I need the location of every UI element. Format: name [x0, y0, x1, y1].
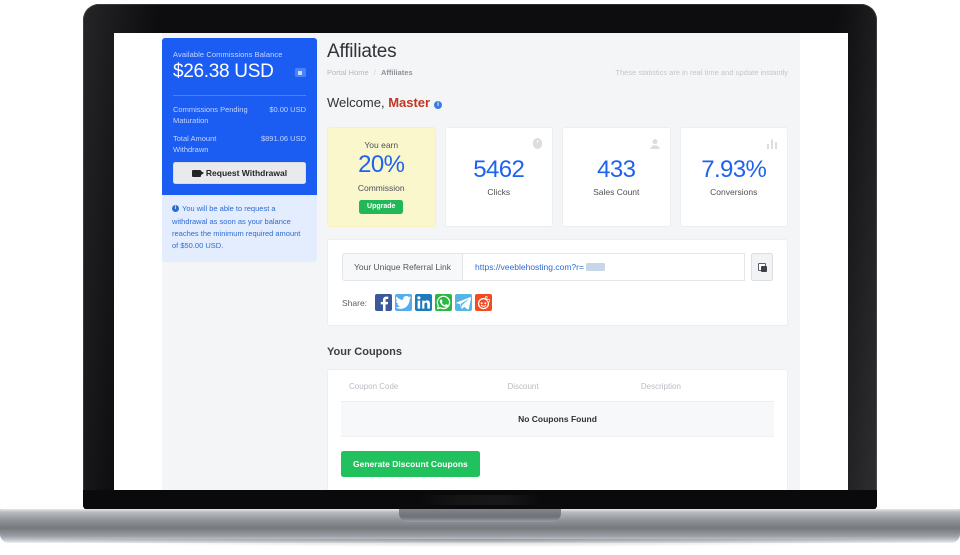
- balance-label: Available Commissions Balance: [173, 50, 283, 59]
- coupons-empty-state: No Coupons Found: [341, 402, 774, 437]
- withdrawal-notice-copy: You will be able to request a withdrawal…: [172, 204, 301, 250]
- stat-value: 7.93%: [701, 155, 767, 183]
- bar-chart-icon: [766, 137, 778, 155]
- welcome-message: Welcome, Master i: [327, 95, 788, 110]
- realtime-note: These statistics are in real time and up…: [615, 68, 788, 77]
- brand-logo: [420, 495, 540, 505]
- copy-icon: [757, 262, 767, 272]
- share-telegram-icon[interactable]: [455, 294, 473, 311]
- share-whatsapp-icon[interactable]: [435, 294, 453, 311]
- welcome-username: Master: [388, 95, 431, 110]
- page-header: Affiliates Portal Home / Affiliates Thes…: [327, 38, 788, 77]
- referral-link-label: Your Unique Referral Link: [342, 253, 463, 281]
- balance-amount: $26.38 USD: [173, 61, 274, 82]
- column-header-coupon-code: Coupon Code: [349, 382, 399, 391]
- withdrawal-notice: i You will be able to request a withdrawa…: [162, 195, 317, 262]
- breadcrumb: Portal Home / Affiliates: [327, 68, 413, 77]
- affiliates-page: Available Commissions Balance $26.38 USD…: [114, 33, 848, 490]
- breadcrumb-separator: /: [373, 68, 376, 77]
- stat-value: 5462: [473, 155, 525, 183]
- stat-card-conversions: 7.93% Conversions: [679, 127, 788, 227]
- breadcrumb-home[interactable]: Portal Home: [327, 68, 369, 77]
- breadcrumb-current: Affiliates: [380, 68, 413, 77]
- share-linkedin-icon[interactable]: [415, 294, 433, 311]
- share-twitter-icon[interactable]: [395, 294, 413, 311]
- column-header-description: Description: [640, 382, 681, 391]
- stat-value: 433: [597, 155, 636, 183]
- welcome-greeting: Welcome,: [327, 95, 385, 110]
- share-row: Share:: [342, 294, 773, 311]
- balance-row-value: $891.06 USD: [260, 133, 306, 143]
- stat-value: 20%: [358, 151, 405, 179]
- stat-caption: Commission: [357, 182, 405, 193]
- coupons-table-header: Coupon Code Discount Description: [341, 382, 774, 402]
- column-header-discount: Discount: [507, 382, 539, 391]
- laptop-screen: Available Commissions Balance $26.38 USD…: [114, 33, 848, 490]
- page-header-left: Affiliates Portal Home / Affiliates: [327, 41, 413, 77]
- upgrade-button[interactable]: Upgrade: [359, 199, 404, 214]
- copy-link-button[interactable]: [751, 253, 773, 281]
- share-reddit-icon[interactable]: [475, 294, 493, 311]
- page-left-margin: [114, 33, 162, 490]
- referral-panel: Your Unique Referral Link https://veeble…: [327, 239, 788, 326]
- page-title: Affiliates: [327, 41, 397, 62]
- content-area: Available Commissions Balance $26.38 USD…: [162, 33, 800, 490]
- share-label: Share:: [342, 297, 368, 308]
- eye-toggle-icon[interactable]: [295, 68, 306, 77]
- withdraw-icon: [191, 169, 204, 177]
- balance-sidebar: Available Commissions Balance $26.38 USD…: [162, 33, 317, 490]
- balance-amount-row: $26.38 USD: [173, 62, 306, 82]
- share-facebook-icon[interactable]: [375, 294, 393, 311]
- balance-row-label: Total Amount Withdrawn: [173, 133, 217, 154]
- stat-caption: Sales Count: [593, 187, 640, 198]
- balance-card: Available Commissions Balance $26.38 USD…: [162, 38, 317, 196]
- laptop-lid-chin: [83, 490, 877, 510]
- referral-link-row: Your Unique Referral Link https://veeble…: [342, 253, 773, 281]
- main-column: Affiliates Portal Home / Affiliates Thes…: [317, 33, 800, 490]
- request-withdrawal-label: Request Withdrawal: [205, 168, 288, 179]
- laptop-shadow: [24, 539, 936, 547]
- stats-row: You earn 20% Commission Upgrade 5462 Cli…: [327, 127, 788, 227]
- stat-card-clicks: 5462 Clicks: [444, 127, 553, 227]
- request-withdrawal-button[interactable]: Request Withdrawal: [173, 162, 306, 185]
- balance-row-value: $0.00 USD: [269, 104, 306, 114]
- generate-discount-coupons-button[interactable]: Generate Discount Coupons: [341, 451, 480, 477]
- balance-row: Commissions Pending Maturation $0.00 USD: [173, 105, 306, 127]
- coupons-section-title: Your Coupons: [327, 346, 402, 358]
- screenshot-stage: Available Commissions Balance $26.38 USD…: [0, 0, 960, 555]
- coupons-panel: Coupon Code Discount Description No Coup…: [327, 369, 788, 490]
- referral-link-input[interactable]: https://veeblehosting.com?r=: [462, 253, 745, 281]
- withdrawal-notice-text: i You will be able to request a withdrawa…: [172, 203, 307, 252]
- referral-link-value: https://veeblehosting.com?r=: [475, 262, 584, 272]
- balance-row-label: Commissions Pending Maturation: [173, 104, 248, 125]
- info-icon[interactable]: i: [434, 101, 443, 109]
- info-icon: i: [172, 205, 179, 213]
- referral-code-masked: [585, 263, 605, 271]
- stat-top-label: You earn: [364, 140, 399, 151]
- stat-card-commission: You earn 20% Commission Upgrade: [327, 127, 436, 227]
- page-right-margin: [800, 33, 848, 490]
- stat-card-sales: 433 Sales Count: [562, 127, 671, 227]
- divider: [173, 94, 306, 96]
- balance-row: Total Amount Withdrawn $891.06 USD: [173, 134, 306, 156]
- laptop-base-notch: [399, 509, 561, 522]
- user-icon: [649, 137, 661, 155]
- stat-caption: Conversions: [710, 187, 758, 198]
- stat-caption: Clicks: [487, 187, 511, 198]
- mouse-icon: [532, 137, 543, 155]
